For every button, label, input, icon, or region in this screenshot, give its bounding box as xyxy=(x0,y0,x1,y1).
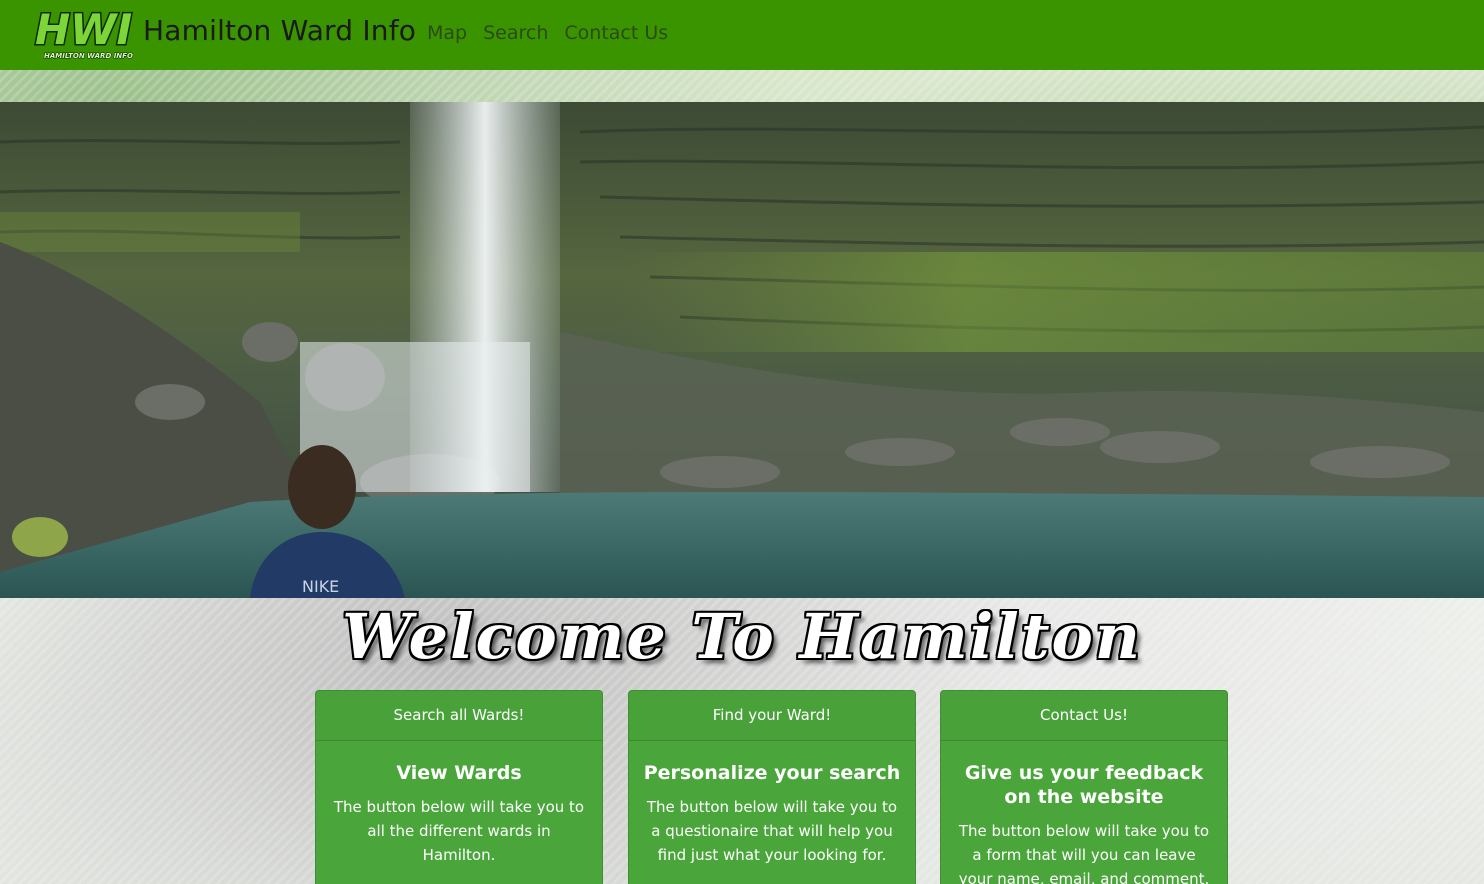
card-body: Give us your feedback on the website The… xyxy=(941,741,1227,884)
nav-links: Map Search Contact Us xyxy=(427,22,668,44)
nav-link-search[interactable]: Search xyxy=(483,22,548,44)
card-text: The button below will take you to all th… xyxy=(333,798,585,864)
nav-link-map[interactable]: Map xyxy=(427,22,467,44)
navbar: HWI HAMILTON WARD INFO Hamilton Ward Inf… xyxy=(0,0,1484,70)
card-title: View Wards xyxy=(396,762,522,784)
card-header: Find your Ward! xyxy=(629,691,915,741)
logo-subtext: HAMILTON WARD INFO xyxy=(44,52,133,60)
svg-text:NIKE: NIKE xyxy=(302,577,339,596)
card-title: Give us your feedback on the website xyxy=(964,762,1204,808)
card-text: The button below will take you to a form… xyxy=(958,822,1210,884)
card-contact-us: Contact Us! Give us your feedback on the… xyxy=(940,690,1228,884)
brand-link[interactable]: Hamilton Ward Info xyxy=(143,14,416,47)
card-title: Personalize your search xyxy=(643,762,901,784)
nav-link-contact-us[interactable]: Contact Us xyxy=(564,22,668,44)
card-header: Contact Us! xyxy=(941,691,1227,741)
card-search-wards: Search all Wards! View Wards The button … xyxy=(315,690,603,884)
hero-image: NIKE xyxy=(0,102,1484,598)
card-find-ward: Find your Ward! Personalize your search … xyxy=(628,690,916,884)
card-body: Personalize your search The button below… xyxy=(629,741,915,867)
card-text: The button below will take you to a ques… xyxy=(646,798,898,864)
welcome-title: Welcome To Hamilton xyxy=(342,600,1142,673)
hwi-logo[interactable]: HWI HAMILTON WARD INFO xyxy=(32,4,134,61)
card-header: Search all Wards! xyxy=(316,691,602,741)
card-body: View Wards The button below will take yo… xyxy=(316,741,602,867)
logo-text: HWI xyxy=(35,6,132,54)
